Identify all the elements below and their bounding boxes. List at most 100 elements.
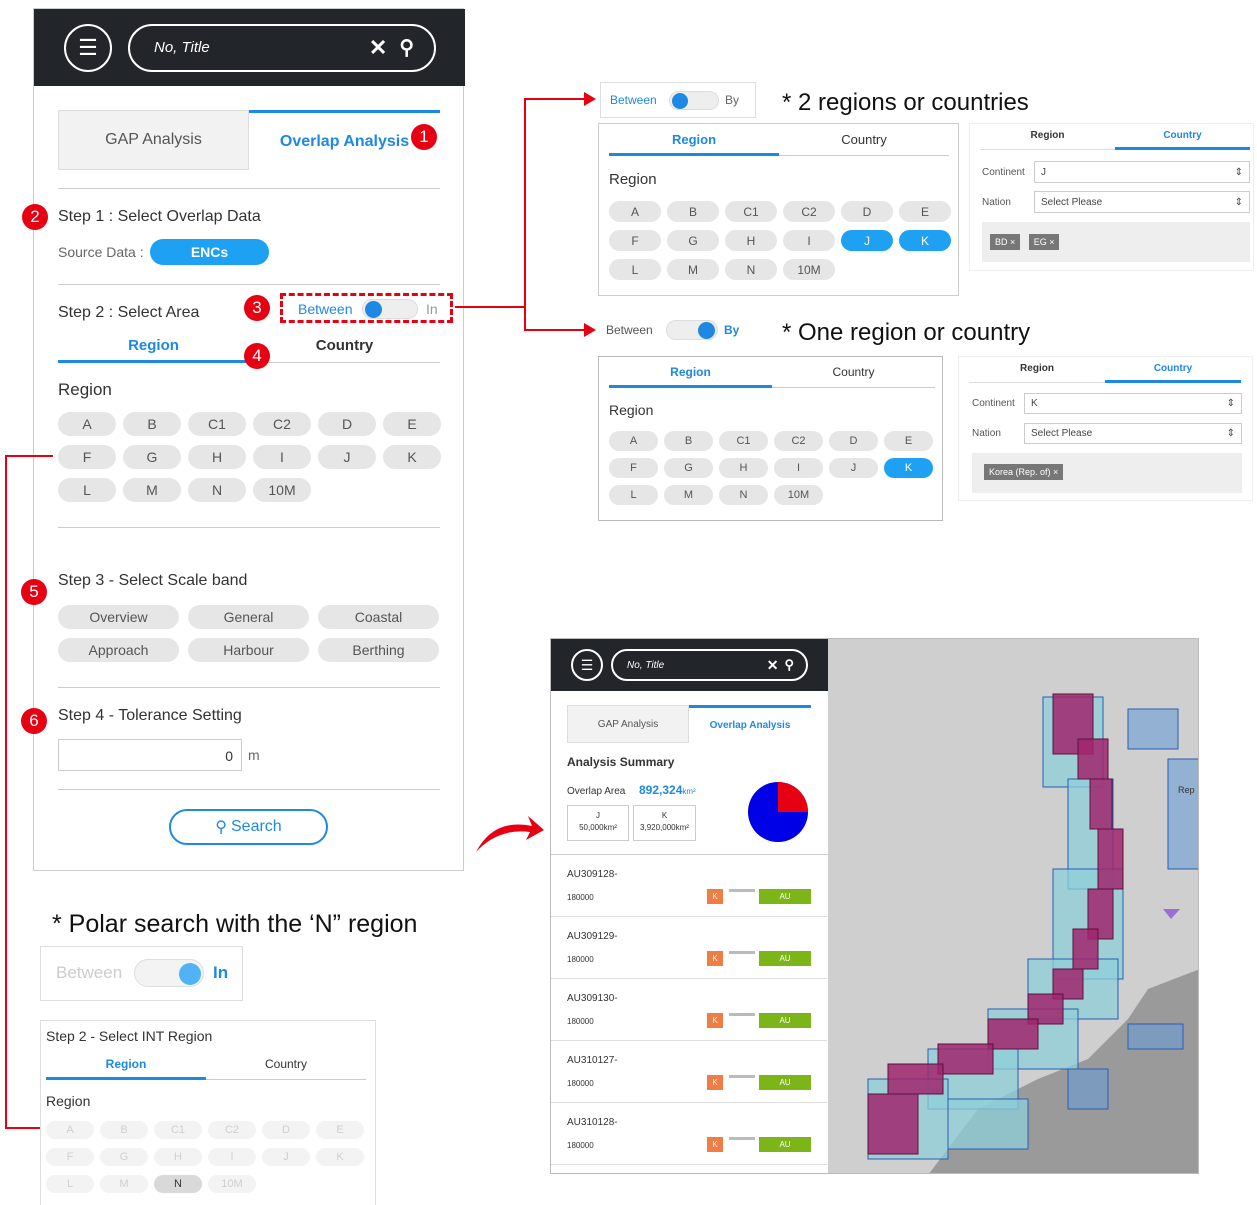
region-i-button[interactable]: I — [774, 458, 823, 478]
region-i-button[interactable]: I — [208, 1148, 256, 1166]
region-b-button[interactable]: B — [100, 1121, 148, 1139]
region-h-button[interactable]: H — [154, 1148, 202, 1166]
region-c1-button[interactable]: C1 — [188, 412, 246, 436]
map-view[interactable]: Rep — [828, 639, 1198, 1173]
nation-select[interactable]: Select Please ⇕ — [1024, 423, 1242, 444]
chip-korea[interactable]: Korea (Rep. of) × — [984, 464, 1064, 480]
close-icon[interactable]: ✕ — [369, 35, 387, 61]
region-b-button[interactable]: B — [123, 412, 181, 436]
region-m-button[interactable]: M — [123, 478, 181, 502]
region-i-button[interactable]: I — [783, 230, 835, 251]
region-e-button[interactable]: E — [383, 412, 441, 436]
region-l-button[interactable]: L — [609, 259, 661, 280]
tab-region[interactable]: Region — [980, 130, 1115, 150]
scale-berthing-button[interactable]: Berthing — [318, 638, 439, 662]
region-c2-button[interactable]: C2 — [774, 431, 823, 451]
region-k-button[interactable]: K — [316, 1148, 364, 1166]
scale-general-button[interactable]: General — [188, 605, 309, 629]
region-c1-button[interactable]: C1 — [719, 431, 768, 451]
region-c2-button[interactable]: C2 — [783, 201, 835, 222]
region-10m-button[interactable]: 10M — [253, 478, 311, 502]
tab-country[interactable]: Country — [1115, 130, 1250, 150]
region-h-button[interactable]: H — [719, 458, 768, 478]
tab-region[interactable]: Region — [609, 132, 779, 156]
region-n-button[interactable]: N — [719, 485, 768, 505]
region-k-button[interactable]: K — [884, 458, 933, 478]
tab-gap-analysis[interactable]: GAP Analysis — [58, 110, 249, 170]
region-l-button[interactable]: L — [609, 485, 658, 505]
region-e-button[interactable]: E — [316, 1121, 364, 1139]
region-f-button[interactable]: F — [609, 458, 658, 478]
region-10m-button[interactable]: 10M — [774, 485, 823, 505]
region-k-button[interactable]: K — [899, 230, 951, 251]
close-icon[interactable]: ✕ — [767, 657, 779, 674]
region-n-button[interactable]: N — [725, 259, 777, 280]
tab-overlap-analysis[interactable]: Overlap Analysis — [689, 705, 811, 743]
region-h-button[interactable]: H — [725, 230, 777, 251]
nation-select[interactable]: Select Please ⇕ — [1034, 191, 1250, 213]
region-n-button[interactable]: N — [188, 478, 246, 502]
between-in-toggle[interactable] — [134, 959, 204, 987]
region-a-button[interactable]: A — [58, 412, 116, 436]
tab-gap-analysis[interactable]: GAP Analysis — [567, 705, 689, 743]
scale-approach-button[interactable]: Approach — [58, 638, 179, 662]
region-10m-button[interactable]: 10M — [783, 259, 835, 280]
tab-region[interactable]: Region — [969, 363, 1105, 383]
result-item[interactable]: AU310128- 180000 K AU — [551, 1103, 827, 1165]
region-e-button[interactable]: E — [899, 201, 951, 222]
tolerance-field[interactable]: 0 — [58, 739, 242, 771]
region-n-button[interactable]: N — [154, 1175, 202, 1193]
search-icon[interactable]: ⚲ — [399, 35, 414, 60]
region-b-button[interactable]: B — [667, 201, 719, 222]
region-f-button[interactable]: F — [46, 1148, 94, 1166]
region-f-button[interactable]: F — [609, 230, 661, 251]
search-box[interactable]: No, Title ✕ ⚲ — [611, 649, 808, 681]
tab-region[interactable]: Region — [58, 337, 249, 363]
region-a-button[interactable]: A — [609, 201, 661, 222]
region-m-button[interactable]: M — [667, 259, 719, 280]
search-input[interactable]: No, Title — [627, 660, 767, 671]
region-f-button[interactable]: F — [58, 445, 116, 469]
region-g-button[interactable]: G — [123, 445, 181, 469]
continent-select[interactable]: K ⇕ — [1024, 393, 1242, 414]
region-d-button[interactable]: D — [262, 1121, 310, 1139]
chip-eg[interactable]: EG × — [1028, 234, 1060, 250]
between-in-toggle[interactable] — [362, 299, 418, 319]
tab-country[interactable]: Country — [779, 132, 949, 156]
region-g-button[interactable]: G — [664, 458, 713, 478]
region-g-button[interactable]: G — [667, 230, 719, 251]
search-button[interactable]: ⚲ Search — [169, 809, 328, 845]
search-box[interactable]: No, Title ✕ ⚲ — [128, 23, 436, 72]
menu-icon[interactable]: ☰ — [571, 649, 603, 681]
between-by-toggle[interactable] — [669, 91, 719, 110]
region-c1-button[interactable]: C1 — [154, 1121, 202, 1139]
result-item[interactable]: AU309130- 180000 K AU — [551, 979, 827, 1041]
tab-country[interactable]: Country — [206, 1057, 366, 1080]
scale-overview-button[interactable]: Overview — [58, 605, 179, 629]
tab-region[interactable]: Region — [46, 1057, 206, 1080]
scale-coastal-button[interactable]: Coastal — [318, 605, 439, 629]
region-10m-button[interactable]: 10M — [208, 1175, 256, 1193]
region-i-button[interactable]: I — [253, 445, 311, 469]
tab-country[interactable]: Country — [249, 337, 440, 363]
region-d-button[interactable]: D — [829, 431, 878, 451]
region-b-button[interactable]: B — [664, 431, 713, 451]
region-c1-button[interactable]: C1 — [725, 201, 777, 222]
region-e-button[interactable]: E — [884, 431, 933, 451]
tab-country[interactable]: Country — [1105, 363, 1241, 383]
region-h-button[interactable]: H — [188, 445, 246, 469]
between-by-toggle[interactable] — [666, 320, 718, 340]
region-a-button[interactable]: A — [46, 1121, 94, 1139]
region-j-button[interactable]: J — [318, 445, 376, 469]
region-m-button[interactable]: M — [664, 485, 713, 505]
source-encs-button[interactable]: ENCs — [150, 239, 269, 265]
region-j-button[interactable]: J — [829, 458, 878, 478]
region-d-button[interactable]: D — [318, 412, 376, 436]
scale-harbour-button[interactable]: Harbour — [188, 638, 309, 662]
menu-icon[interactable]: ☰ — [64, 23, 112, 72]
region-l-button[interactable]: L — [58, 478, 116, 502]
result-item[interactable]: AU309129- 180000 K AU — [551, 917, 827, 979]
search-input[interactable]: No, Title — [154, 39, 369, 56]
region-j-button[interactable]: J — [841, 230, 893, 251]
chip-bd[interactable]: BD × — [990, 234, 1021, 250]
